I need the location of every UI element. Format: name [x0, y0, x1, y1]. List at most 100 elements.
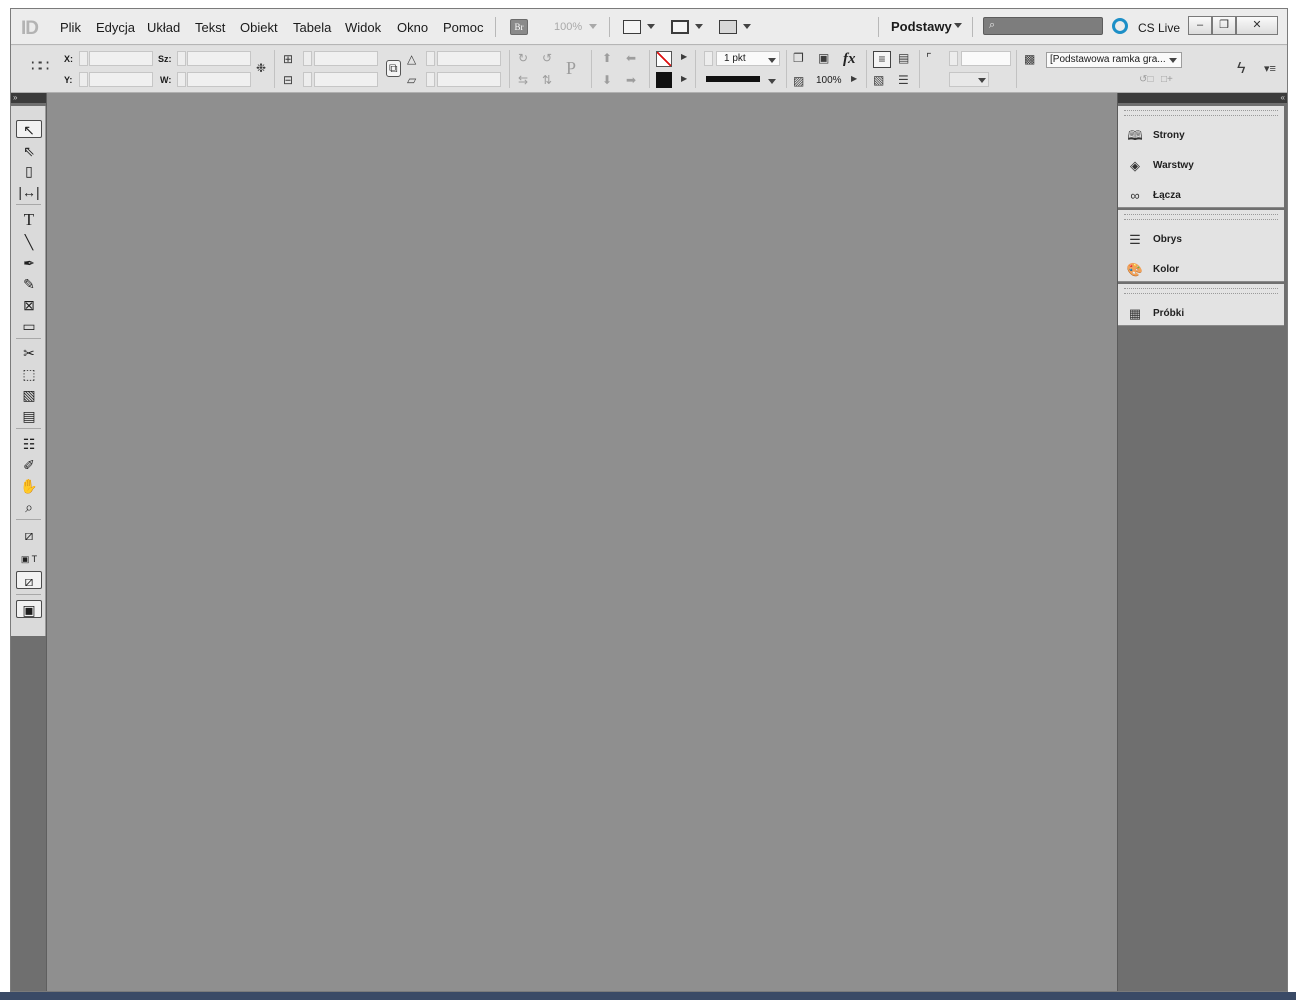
width-stepper[interactable]	[177, 51, 186, 66]
gradient-swatch-tool-icon[interactable]: ▧	[16, 386, 42, 404]
view-options-chevron-down-icon[interactable]	[647, 24, 655, 29]
effects-shadow-icon[interactable]: ▣	[818, 51, 829, 65]
rotation-stepper[interactable]	[426, 51, 435, 66]
link-proportions-icon[interactable]: ⧉	[386, 60, 401, 77]
height-stepper[interactable]	[177, 72, 186, 87]
formatting-affects-container-icon[interactable]: ▣ T	[16, 550, 42, 568]
rectangle-tool-icon[interactable]: ▭	[16, 317, 42, 335]
apply-none-icon[interactable]: ⧄	[16, 571, 42, 589]
select-container-icon[interactable]: ⬆	[602, 51, 612, 65]
type-tool-icon[interactable]: T	[16, 211, 42, 229]
document-canvas[interactable]	[46, 93, 1117, 991]
stroke-weight-chevron-down-icon[interactable]	[768, 58, 776, 63]
select-previous-icon[interactable]: ⬅	[626, 51, 636, 65]
y-stepper[interactable]	[79, 72, 88, 87]
menu-type[interactable]: Tekst	[195, 20, 225, 35]
shear-stepper[interactable]	[426, 72, 435, 87]
reference-point-icon[interactable]: ∷∷	[31, 56, 49, 76]
gradient-feather-tool-icon[interactable]: ▤	[16, 407, 42, 425]
dock-collapse-icon[interactable]: «	[1118, 93, 1287, 103]
object-style-chevron-down-icon[interactable]	[1169, 58, 1177, 63]
tools-collapse-icon[interactable]: »	[11, 93, 46, 103]
workspace-chevron-down-icon[interactable]	[954, 23, 962, 28]
eyedropper-tool-icon[interactable]: ✐	[16, 456, 42, 474]
new-style-icon[interactable]: □+	[1161, 74, 1173, 85]
zoom-chevron-down-icon[interactable]	[589, 24, 597, 29]
menu-layout[interactable]: Układ	[147, 20, 180, 35]
view-options-icon[interactable]	[623, 20, 641, 34]
drop-shadow-icon[interactable]: ❐	[793, 51, 804, 65]
scale-x-field[interactable]	[314, 51, 378, 66]
object-style-dropdown[interactable]: [Podstawowa ramka gra...	[1046, 52, 1182, 68]
flip-vertical-icon[interactable]: ⇅	[542, 73, 552, 87]
menu-window[interactable]: Okno	[397, 20, 428, 35]
text-wrap-shape-icon[interactable]: ▧	[873, 73, 884, 87]
pen-tool-icon[interactable]: ✒	[16, 254, 42, 272]
opacity-arrow-icon[interactable]: ▶	[851, 74, 857, 83]
gap-tool-icon[interactable]: |↔|	[16, 183, 42, 201]
x-field[interactable]	[89, 51, 153, 66]
note-tool-icon[interactable]: ☷	[16, 435, 42, 453]
zoom-level[interactable]: 100%	[554, 21, 582, 33]
flip-horizontal-icon[interactable]: ⇆	[518, 73, 528, 87]
quick-apply-icon[interactable]: ϟ	[1237, 60, 1245, 78]
corner-shape-chevron-down-icon[interactable]	[978, 78, 986, 83]
corner-size-stepper[interactable]	[949, 51, 958, 66]
corner-size-field[interactable]	[961, 51, 1011, 66]
menu-object[interactable]: Obiekt	[240, 20, 278, 35]
menu-table[interactable]: Tabela	[293, 20, 331, 35]
line-tool-icon[interactable]: ╲	[16, 233, 42, 251]
text-wrap-jump-icon[interactable]: ☰	[898, 73, 909, 87]
select-next-icon[interactable]: ➡	[626, 73, 636, 87]
screen-mode-icon[interactable]	[671, 20, 689, 34]
corner-options-icon[interactable]: ⌜	[926, 51, 932, 65]
selection-tool-icon[interactable]: ↖	[16, 120, 42, 138]
menu-help[interactable]: Pomoc	[443, 20, 483, 35]
panel-group-grip[interactable]	[1124, 288, 1278, 294]
rectangle-frame-tool-icon[interactable]: ⊠	[16, 296, 42, 314]
scale-x-stepper[interactable]	[303, 51, 312, 66]
menu-edit[interactable]: Edycja	[96, 20, 135, 35]
width-field[interactable]	[187, 51, 251, 66]
direct-selection-tool-icon[interactable]: ⇖	[16, 142, 42, 160]
fill-stroke-swatches-icon[interactable]: ⧄	[16, 526, 42, 544]
menu-file[interactable]: Plik	[60, 20, 81, 35]
shear-field[interactable]	[437, 72, 501, 87]
bridge-button[interactable]: Br	[510, 19, 528, 35]
minimize-button[interactable]: ‒	[1188, 16, 1212, 35]
opacity-value[interactable]: 100%	[816, 75, 842, 86]
menu-view[interactable]: Widok	[345, 20, 381, 35]
rotate-cw-icon[interactable]: ↻	[518, 51, 528, 65]
free-transform-tool-icon[interactable]: ⬚	[16, 365, 42, 383]
x-stepper[interactable]	[79, 51, 88, 66]
workspace-switcher[interactable]: Podstawy	[891, 19, 952, 34]
arrange-documents-icon[interactable]	[719, 20, 737, 34]
fill-swatch-icon[interactable]	[656, 51, 672, 67]
hand-tool-icon[interactable]: ✋	[16, 477, 42, 495]
fx-icon[interactable]: fx	[843, 51, 856, 68]
panel-menu-icon[interactable]: ▾≡	[1264, 62, 1276, 75]
select-content-icon[interactable]: ⬇	[602, 73, 612, 87]
clear-overrides-icon[interactable]: ↺□	[1139, 74, 1153, 85]
fill-menu-arrow-icon[interactable]: ▶	[681, 52, 687, 61]
y-field[interactable]	[89, 72, 153, 87]
stroke-swatch-icon[interactable]	[656, 72, 672, 88]
screen-mode-chevron-down-icon[interactable]	[695, 24, 703, 29]
rotation-field[interactable]	[437, 51, 501, 66]
panel-group-grip[interactable]	[1124, 110, 1278, 116]
scale-y-field[interactable]	[314, 72, 378, 87]
height-field[interactable]	[187, 72, 251, 87]
text-wrap-none-icon[interactable]: ≡	[873, 51, 891, 68]
rotate-ccw-icon[interactable]: ↺	[542, 51, 552, 65]
stroke-weight-stepper[interactable]	[704, 51, 713, 66]
close-button[interactable]: ✕	[1236, 16, 1278, 35]
restore-button[interactable]: ❐	[1212, 16, 1236, 35]
page-tool-icon[interactable]: ▯	[16, 162, 42, 180]
cslive-button[interactable]: CS Live	[1138, 21, 1180, 35]
stroke-menu-arrow-icon[interactable]: ▶	[681, 74, 687, 83]
constrain-icon[interactable]: ❉	[256, 61, 266, 75]
stroke-type-chevron-down-icon[interactable]	[768, 79, 776, 84]
panel-group-grip[interactable]	[1124, 214, 1278, 220]
text-wrap-bbox-icon[interactable]: ▤	[898, 51, 909, 65]
search-input[interactable]: ⌕	[983, 17, 1103, 35]
